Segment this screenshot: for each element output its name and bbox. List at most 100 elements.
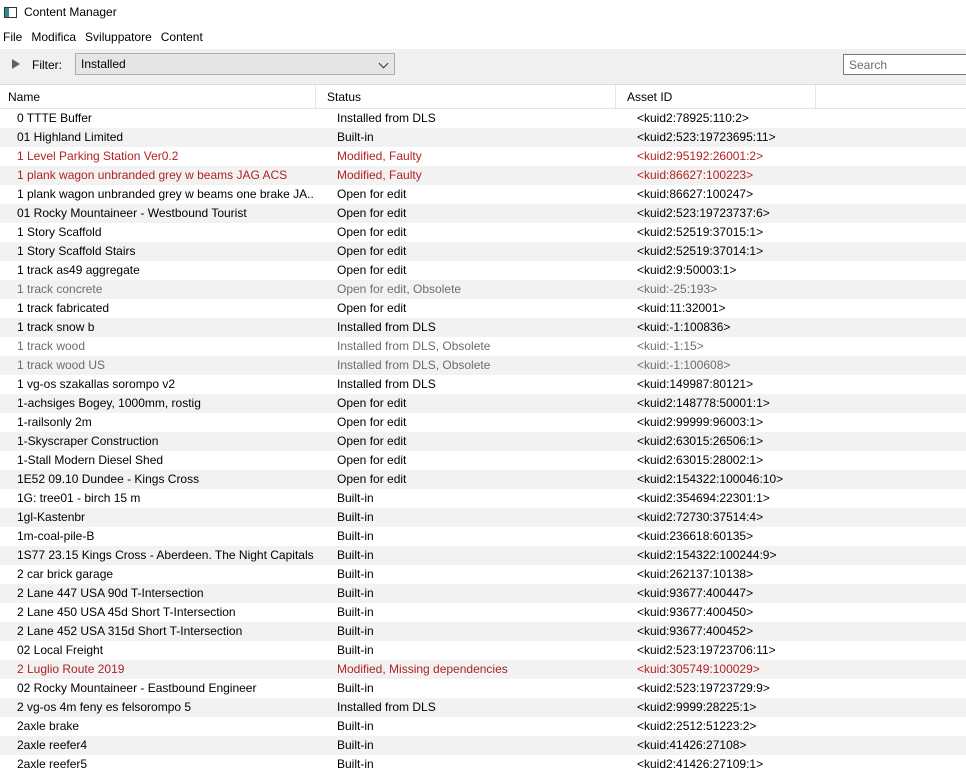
cell-asset-id: <kuid2:9:50003:1> — [637, 263, 737, 277]
cell-status: Open for edit — [337, 263, 407, 277]
table-row[interactable]: 1 track wood Installed from DLS, Obsolete… — [0, 337, 966, 356]
cell-asset-id: <kuid:-1:100608> — [637, 358, 731, 372]
cell-asset-id: <kuid2:2512:51223:2> — [637, 719, 757, 733]
cell-asset-id: <kuid:86627:100247> — [637, 187, 754, 201]
cell-status: Open for edit — [337, 472, 407, 486]
cell-asset-id: <kuid2:63015:26506:1> — [637, 434, 764, 448]
table-row[interactable]: 2axle brake Built-in <kuid2:2512:51223:2> — [0, 717, 966, 736]
table-row[interactable]: 2axle reefer4 Built-in <kuid:41426:27108> — [0, 736, 966, 755]
table-row[interactable]: 1-Skyscraper Construction Open for edit <k… — [0, 432, 966, 451]
table-row[interactable]: 1gl-Kastenbr Built-in <kuid2:72730:37514:4… — [0, 508, 966, 527]
table-row[interactable]: 1 vg-os szakallas sorompo v2 Installed fr… — [0, 375, 966, 394]
cell-name: 2axle reefer4 — [17, 738, 88, 752]
cell-status: Open for edit — [337, 434, 407, 448]
table-row[interactable]: 1 track as49 aggregate Open for edit <kuid… — [0, 261, 966, 280]
cell-name: 1-achsiges Bogey, 1000mm, rostig — [17, 396, 201, 410]
cell-status: Built-in — [337, 510, 374, 524]
asset-list: 0 TTTE Buffer Installed from DLS <kuid2:78… — [0, 109, 966, 770]
cell-name: 2 Lane 447 USA 90d T-Intersection — [17, 586, 204, 600]
cell-name: 1 Level Parking Station Ver0.2 — [17, 149, 179, 163]
table-row[interactable]: 1 Story Scaffold Open for edit <kuid2:5251… — [0, 223, 966, 242]
cell-name: 1 track as49 aggregate — [17, 263, 140, 277]
expand-triangle-icon[interactable] — [12, 59, 20, 69]
table-row[interactable]: 1m-coal-pile-B Built-in <kuid:236618:60135… — [0, 527, 966, 546]
cell-status: Installed from DLS, Obsolete — [337, 339, 491, 353]
table-row[interactable]: 2 Lane 450 USA 45d Short T-Intersection B… — [0, 603, 966, 622]
cell-status: Open for edit — [337, 453, 407, 467]
table-row[interactable]: 1S77 23.15 Kings Cross - Aberdeen. The N… — [0, 546, 966, 565]
table-row[interactable]: 1 track wood US Installed from DLS, Obsol… — [0, 356, 966, 375]
cell-status: Built-in — [337, 681, 374, 695]
cell-status: Modified, Faulty — [337, 168, 422, 182]
table-row[interactable]: 1-Stall Modern Diesel Shed Open for edit <… — [0, 451, 966, 470]
table-row[interactable]: 1 plank wagon unbranded grey w beams one… — [0, 185, 966, 204]
cell-status: Open for edit, Obsolete — [337, 282, 462, 296]
cell-asset-id: <kuid2:523:19723695:11> — [637, 130, 776, 144]
cell-asset-id: <kuid:41426:27108> — [637, 738, 747, 752]
table-row[interactable]: 2 car brick garage Built-in <kuid:262137:1… — [0, 565, 966, 584]
cell-asset-id: <kuid2:523:19723729:9> — [637, 681, 770, 695]
cell-name: 1 vg-os szakallas sorompo v2 — [17, 377, 176, 391]
chevron-down-icon — [378, 58, 389, 69]
cell-asset-id: <kuid2:523:19723706:11> — [637, 643, 776, 657]
filter-dropdown[interactable]: Installed — [75, 53, 395, 75]
table-row[interactable]: 01 Highland Limited Built-in <kuid2:523:19… — [0, 128, 966, 147]
table-row[interactable]: 02 Local Freight Built-in <kuid2:523:19723… — [0, 641, 966, 660]
cell-name: 2 Lane 450 USA 45d Short T-Intersection — [17, 605, 236, 619]
cell-asset-id: <kuid2:52519:37014:1> — [637, 244, 764, 258]
cell-asset-id: <kuid:-25:193> — [637, 282, 718, 296]
column-header-name[interactable]: Name — [0, 85, 316, 109]
cell-status: Installed from DLS — [337, 111, 436, 125]
cell-status: Built-in — [337, 567, 374, 581]
cell-asset-id: <kuid:262137:10138> — [637, 567, 754, 581]
table-row[interactable]: 1-achsiges Bogey, 1000mm, rostig Open for… — [0, 394, 966, 413]
table-row[interactable]: 02 Rocky Mountaineer - Eastbound Enginee… — [0, 679, 966, 698]
table-row[interactable]: 1G: tree01 - birch 15 m Built-in <kuid2:35… — [0, 489, 966, 508]
cell-status: Built-in — [337, 130, 374, 144]
menu-file[interactable]: File — [0, 30, 28, 44]
cell-name: 1gl-Kastenbr — [17, 510, 86, 524]
table-row[interactable]: 2 Lane 447 USA 90d T-Intersection Built-i… — [0, 584, 966, 603]
cell-status: Modified, Missing dependencies — [337, 662, 508, 676]
table-row[interactable]: 2 vg-os 4m feny es felsorompo 5 Installed… — [0, 698, 966, 717]
window-title: Content Manager — [24, 5, 117, 19]
cell-name: 1 track wood US — [17, 358, 106, 372]
column-header-row: Name Status Asset ID — [0, 85, 966, 109]
table-row[interactable]: 1-railsonly 2m Open for edit <kuid2:99999:… — [0, 413, 966, 432]
table-row[interactable]: 1 plank wagon unbranded grey w beams JAG… — [0, 166, 966, 185]
table-row[interactable]: 2axle reefer5 Built-in <kuid2:41426:27109:… — [0, 755, 966, 770]
table-row[interactable]: 1 track fabricated Open for edit <kuid:11:… — [0, 299, 966, 318]
table-row[interactable]: 1 Level Parking Station Ver0.2 Modified, … — [0, 147, 966, 166]
cell-status: Installed from DLS — [337, 320, 436, 334]
column-header-status[interactable]: Status — [316, 85, 616, 109]
table-row[interactable]: 1 track concrete Open for edit, Obsolete <… — [0, 280, 966, 299]
menu-sviluppatore[interactable]: Sviluppatore — [82, 30, 158, 44]
search-input[interactable] — [843, 54, 966, 75]
cell-status: Open for edit — [337, 415, 407, 429]
menu-modifica[interactable]: Modifica — [28, 30, 82, 44]
table-row[interactable]: 1 Story Scaffold Stairs Open for edit <kui… — [0, 242, 966, 261]
cell-name: 1 track fabricated — [17, 301, 110, 315]
cell-asset-id: <kuid2:63015:28002:1> — [637, 453, 764, 467]
cell-status: Built-in — [337, 491, 374, 505]
cell-asset-id: <kuid2:354694:22301:1> — [637, 491, 770, 505]
table-row[interactable]: 2 Lane 452 USA 315d Short T-Intersection… — [0, 622, 966, 641]
table-row[interactable]: 0 TTTE Buffer Installed from DLS <kuid2:78… — [0, 109, 966, 128]
table-row[interactable]: 1 track snow b Installed from DLS <kuid:-1… — [0, 318, 966, 337]
menu-bar: File Modifica Sviluppatore Content — [0, 27, 966, 47]
menu-content[interactable]: Content — [158, 30, 209, 44]
table-row[interactable]: 01 Rocky Mountaineer - Westbound Tourist… — [0, 204, 966, 223]
cell-status: Installed from DLS — [337, 377, 436, 391]
cell-name: 02 Local Freight — [17, 643, 104, 657]
cell-name: 1S77 23.15 Kings Cross - Aberdeen. The N… — [17, 548, 314, 562]
cell-asset-id: <kuid:-1:100836> — [637, 320, 731, 334]
column-header-asset-id[interactable]: Asset ID — [616, 85, 816, 109]
filter-selected-value: Installed — [81, 57, 126, 71]
table-row[interactable]: 1E52 09.10 Dundee - Kings Cross Open for … — [0, 470, 966, 489]
table-row[interactable]: 2 Luglio Route 2019 Modified, Missing dep… — [0, 660, 966, 679]
cell-status: Built-in — [337, 586, 374, 600]
cell-asset-id: <kuid:93677:400450> — [637, 605, 754, 619]
cell-status: Built-in — [337, 529, 374, 543]
cell-name: 2 vg-os 4m feny es felsorompo 5 — [17, 700, 192, 714]
cell-status: Open for edit — [337, 225, 407, 239]
